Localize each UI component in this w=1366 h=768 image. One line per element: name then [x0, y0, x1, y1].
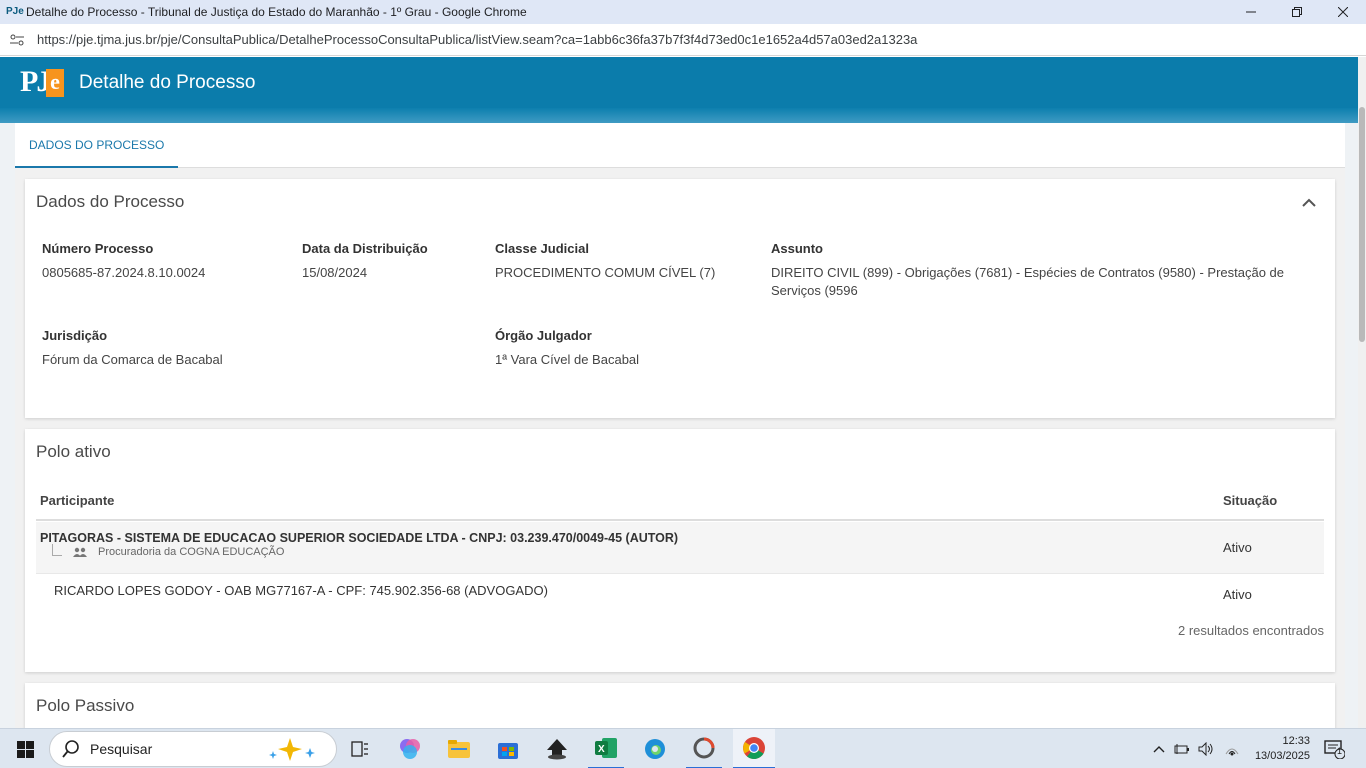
window-title: Detalhe do Processo - Tribunal de Justiç…: [26, 5, 527, 19]
dados-processo-title: Dados do Processo: [36, 192, 185, 211]
orgao-julgador-value: 1ª Vara Cível de Bacabal: [495, 352, 640, 367]
inkscape-icon[interactable]: [539, 729, 575, 768]
copilot-app-icon[interactable]: [392, 729, 428, 768]
minimize-icon[interactable]: [1228, 0, 1274, 24]
participant-status: Ativo: [1223, 587, 1252, 602]
svg-text:X: X: [598, 744, 605, 755]
page-title: Detalhe do Processo: [79, 71, 256, 93]
file-explorer-icon[interactable]: [441, 729, 477, 768]
data-distribuicao-value: 15/08/2024: [302, 265, 368, 280]
participantes-table-header: Participante Situação: [36, 491, 1324, 521]
classe-judicial-value: PROCEDIMENTO COMUM CÍVEL (7): [495, 265, 716, 280]
edge-icon[interactable]: [637, 729, 673, 768]
field-numero-processo: Número Processo 0805685-87.2024.8.10.002…: [42, 241, 282, 282]
participant-status: Ativo: [1223, 540, 1252, 555]
orgao-julgador-label: Órgão Julgador: [495, 328, 592, 343]
clock-date: 13/03/2025: [1254, 750, 1310, 762]
taskbar: Pesquisar X 12:33 13/03/2025 1: [0, 728, 1366, 768]
remote-app-icon[interactable]: [686, 729, 722, 768]
tab-dados-do-processo[interactable]: DADOS DO PROCESSO: [15, 123, 179, 168]
excel-icon[interactable]: X: [588, 729, 624, 768]
chrome-icon[interactable]: [733, 729, 775, 768]
notification-count: 1: [1337, 746, 1343, 756]
polo-ativo-title: Polo ativo: [36, 442, 111, 461]
search-placeholder: Pesquisar: [90, 741, 153, 757]
taskbar-search[interactable]: Pesquisar: [49, 731, 337, 767]
participant-name: RICARDO LOPES GODOY - OAB MG77167-A - CP…: [54, 583, 548, 598]
assunto-label: Assunto: [771, 241, 823, 256]
data-distribuicao-label: Data da Distribuição: [302, 241, 428, 256]
copilot-sparkle-icon: [266, 736, 326, 762]
logo-pj-text: PJ: [20, 64, 51, 98]
tab-bar: DADOS DO PROCESSO: [15, 123, 1345, 168]
task-view-icon[interactable]: [343, 729, 377, 768]
numero-processo-label: Número Processo: [42, 241, 154, 256]
procuradoria-label: Procuradoria da COGNA EDUCAÇÃO: [98, 546, 285, 558]
numero-processo-value: 0805685-87.2024.8.10.0024: [42, 265, 206, 280]
pje-favicon-icon: PJe: [6, 6, 24, 17]
table-row: RICARDO LOPES GODOY - OAB MG77167-A - CP…: [36, 575, 1324, 621]
assunto-value: DIREITO CIVIL (899) - Obrigações (7681) …: [771, 265, 1285, 298]
battery-icon[interactable]: [1172, 729, 1192, 768]
volume-icon[interactable]: [1196, 729, 1216, 768]
participant-name: PITAGORAS - SISTEMA DE EDUCACAO SUPERIOR…: [40, 531, 679, 545]
tree-connector: [52, 544, 62, 556]
col-participante: Participante: [40, 493, 115, 508]
jurisdicao-value: Fórum da Comarca de Bacabal: [42, 352, 223, 367]
main-content: DADOS DO PROCESSO Dados do Processo Núme…: [0, 108, 1358, 728]
polo-ativo-panel: Polo ativo Participante Situação PITAGOR…: [25, 429, 1335, 672]
pje-header: PJ e Detalhe do Processo: [0, 57, 1358, 108]
browser-title-bar: PJe Detalhe do Processo - Tribunal de Ju…: [0, 0, 1366, 24]
site-settings-icon[interactable]: [9, 32, 25, 48]
col-situacao: Situação: [1223, 493, 1278, 508]
field-classe-judicial: Classe Judicial PROCEDIMENTO COMUM CÍVEL…: [495, 241, 755, 282]
scrollbar-thumb[interactable]: [1359, 107, 1365, 342]
classe-judicial-label: Classe Judicial: [495, 241, 589, 256]
url-field[interactable]: https://pje.tjma.jus.br/pje/ConsultaPubl…: [37, 32, 917, 47]
polo-passivo-title: Polo Passivo: [36, 696, 135, 715]
field-data-distribuicao: Data da Distribuição 15/08/2024: [302, 241, 472, 282]
chevron-up-icon[interactable]: [1301, 195, 1317, 211]
table-row: PITAGORAS - SISTEMA DE EDUCACAO SUPERIOR…: [36, 522, 1324, 574]
windows-start-icon[interactable]: [8, 729, 42, 768]
page-scrollbar[interactable]: [1358, 57, 1366, 728]
field-assunto: Assunto DIREITO CIVIL (899) - Obrigações…: [771, 241, 1301, 300]
pje-logo: PJ e: [20, 61, 64, 105]
window-controls: [1228, 0, 1366, 24]
clock[interactable]: 12:33 13/03/2025: [1248, 729, 1310, 768]
restore-icon[interactable]: [1274, 0, 1320, 24]
logo-e-text: e: [46, 68, 64, 97]
polo-passivo-panel: Polo Passivo: [25, 683, 1335, 728]
chevron-up-icon[interactable]: [1150, 729, 1168, 768]
search-icon: [62, 740, 80, 758]
users-icon: [72, 546, 88, 558]
field-orgao-julgador: Órgão Julgador 1ª Vara Cível de Bacabal: [495, 328, 895, 369]
address-bar: https://pje.tjma.jus.br/pje/ConsultaPubl…: [0, 24, 1366, 56]
clock-time: 12:33: [1282, 735, 1310, 747]
close-icon[interactable]: [1320, 0, 1366, 24]
jurisdicao-label: Jurisdição: [42, 328, 108, 343]
notification-icon[interactable]: 1: [1318, 729, 1350, 768]
results-count: 2 resultados encontrados: [1178, 623, 1324, 638]
microsoft-store-icon[interactable]: [490, 729, 526, 768]
field-jurisdicao: Jurisdição Fórum da Comarca de Bacabal: [42, 328, 442, 369]
tab-card: DADOS DO PROCESSO Dados do Processo Núme…: [15, 123, 1345, 728]
participant-sub-entity: Procuradoria da COGNA EDUCAÇÃO: [52, 544, 285, 558]
wifi-icon[interactable]: [1222, 729, 1242, 768]
dados-processo-panel: Dados do Processo Número Processo 080568…: [25, 179, 1335, 418]
